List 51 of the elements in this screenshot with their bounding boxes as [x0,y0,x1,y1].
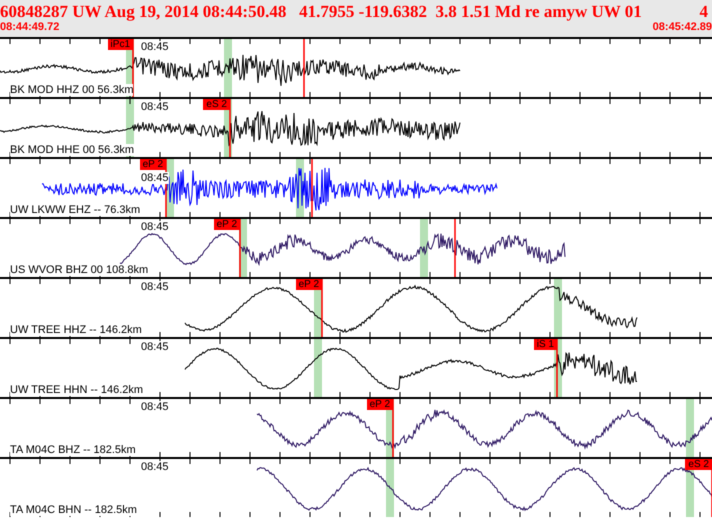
pick-line [239,219,241,277]
pick-line [321,279,323,337]
trace-panel[interactable]: 08:45 eS 2 BK MOD HHE 00 56.3km [0,97,712,157]
start-time: 08:44:49.72 [0,21,60,34]
pick-label[interactable]: eS 2 [685,459,712,470]
pick-label[interactable]: eP 2 [296,279,322,290]
station-label: UW LKWW EHZ -- 76.3km [10,204,140,216]
station-label: BK MOD HHE 00 56.3km [10,144,134,156]
time-label: 08:45 [141,341,169,353]
time-label: 08:45 [141,221,169,233]
pick-line [556,339,558,397]
time-label: 08:45 [141,41,169,53]
pick-label[interactable]: eS 2 [203,99,230,110]
time-label: 08:45 [141,401,169,413]
pick-label[interactable]: eP 2 [366,399,393,410]
station-label: TA M04C BHN -- 182.5km [10,504,137,516]
pick-line [303,39,305,97]
station-label: BK MOD HHZ 00 56.3km [10,84,134,96]
time-label: 08:45 [141,101,169,113]
trace-panel[interactable]: 08:45 eS 2 TA M04C BHN -- 182.5km [0,457,712,517]
station-label: UW TREE HHZ -- 146.2km [10,324,142,336]
trace-panel[interactable]: iPc1 08:45 BK MOD HHZ 00 56.3km [0,37,712,97]
pick-label[interactable]: iPc1 [108,39,133,50]
station-label: UW TREE HHN -- 146.2km [10,384,144,396]
pick-window-band [686,399,694,457]
trace-panel[interactable]: 08:45 eP 2 TA M04C BHZ -- 182.5km [0,397,712,457]
pick-window-band [314,339,322,397]
pick-line [454,219,456,277]
pick-line [311,159,313,217]
time-label: 08:45 [141,461,169,473]
event-count: 4 [700,2,708,21]
station-label: US WVOR BHZ 00 108.8km [10,264,148,276]
pick-line [392,399,394,457]
pick-window-band [386,459,394,517]
time-label: 08:45 [141,281,169,293]
pick-label[interactable]: iS 1 [534,339,557,350]
trace-panel[interactable]: 08:45 eP 2 UW TREE HHZ -- 146.2km [0,277,712,337]
station-label: TA M04C BHZ -- 182.5km [10,444,136,456]
pick-line [229,99,231,157]
pick-window-band [224,39,232,97]
pick-window-band [554,279,562,337]
end-time: 08:45:42.89 [652,21,712,34]
time-label: 08:45 [141,172,169,184]
trace-panel[interactable]: 08:45 eP 2 UW LKWW EHZ -- 76.3km [0,157,712,217]
pick-label[interactable]: eP 2 [214,219,240,230]
event-summary: 60848287 UW Aug 19, 2014 08:44:50.48 41.7955 -119.6382 3.8 1.51 Md re amyw UW 01 [0,2,642,21]
pick-line [132,39,134,97]
pick-window-band [420,219,428,277]
trace-panel[interactable]: 08:45 eP 2 US WVOR BHZ 00 108.8km [0,217,712,277]
pick-label[interactable]: eP 2 [140,159,166,170]
trace-panel[interactable]: 08:45 iS 1 UW TREE HHN -- 146.2km [0,337,712,397]
